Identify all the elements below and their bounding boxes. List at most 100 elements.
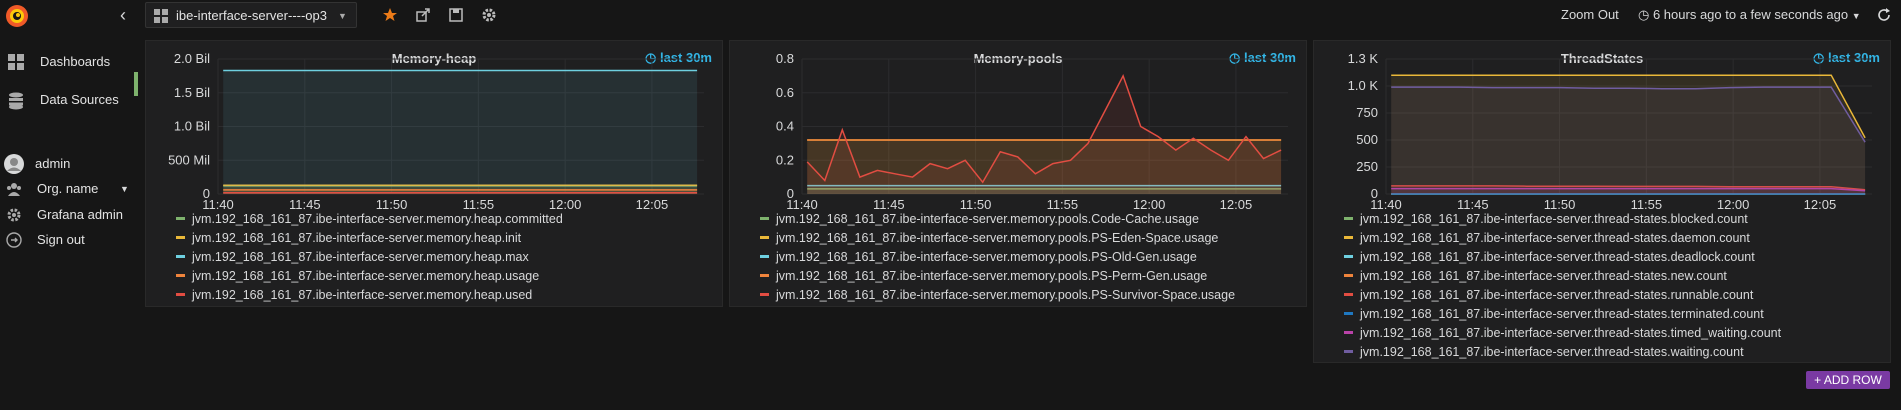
legend-item[interactable]: jvm.192_168_161_87.ibe-interface-server.… xyxy=(176,248,563,267)
y-tick-label: 500 xyxy=(1356,132,1378,147)
x-tick-label: 12:05 xyxy=(1804,197,1837,211)
legend-item[interactable]: jvm.192_168_161_87.ibe-interface-server.… xyxy=(760,286,1235,305)
x-tick-label: 12:00 xyxy=(1717,197,1750,211)
legend-item[interactable]: jvm.192_168_161_87.ibe-interface-server.… xyxy=(1344,229,1781,248)
legend-label: jvm.192_168_161_87.ibe-interface-server.… xyxy=(192,288,533,302)
x-tick-label: 11:55 xyxy=(1047,197,1079,211)
legend-swatch xyxy=(1344,217,1353,221)
legend-item[interactable]: jvm.192_168_161_87.ibe-interface-server.… xyxy=(760,229,1235,248)
legend-item[interactable]: jvm.192_168_161_87.ibe-interface-server.… xyxy=(1344,210,1781,229)
series-area xyxy=(1391,87,1866,194)
database-icon xyxy=(9,92,23,110)
legend-swatch xyxy=(760,255,769,259)
legend-label: jvm.192_168_161_87.ibe-interface-server.… xyxy=(192,212,563,226)
panel-thread-states[interactable]: ThreadStates ◷ last 30m 0 250 500 750 1.0 K1… xyxy=(1313,40,1891,363)
y-tick-label: 1.0 K xyxy=(1348,78,1379,93)
legend-label: jvm.192_168_161_87.ibe-interface-server.… xyxy=(776,250,1197,264)
avatar xyxy=(4,154,24,174)
legend-item[interactable]: jvm.192_168_161_87.ibe-interface-server.… xyxy=(1344,286,1781,305)
legend-item[interactable]: jvm.192_168_161_87.ibe-interface-server.… xyxy=(176,286,563,305)
time-range-label: 6 hours ago to a few seconds ago xyxy=(1652,7,1849,22)
y-tick-label: 0.2 xyxy=(776,152,794,167)
legend-label: jvm.192_168_161_87.ibe-interface-server.… xyxy=(776,212,1199,226)
legend-item[interactable]: jvm.192_168_161_87.ibe-interface-server.… xyxy=(176,229,563,248)
legend-item[interactable]: jvm.192_168_161_87.ibe-interface-server.… xyxy=(176,210,563,229)
thread-states-graph[interactable]: 02505007501.0 K1.3 K11:40 11:45 11:50 11:55… xyxy=(1314,41,1892,211)
zoom-out-button[interactable]: Zoom Out xyxy=(1561,7,1619,22)
dashboard-picker[interactable]: ibe-interface-server----op3 ▼ xyxy=(145,2,357,28)
sidebar-item-org-name[interactable]: Org. name ▼ xyxy=(0,176,140,202)
legend-swatch xyxy=(176,217,185,221)
legend-label: jvm.192_168_161_87.ibe-interface-server.… xyxy=(1360,307,1764,321)
x-tick-label: 11:40 xyxy=(1370,197,1402,211)
y-tick-label: 0.8 xyxy=(776,51,794,66)
sidebar-item-sign-out[interactable]: Sign out xyxy=(0,227,140,253)
series-area xyxy=(807,75,1282,194)
share-icon[interactable] xyxy=(414,6,432,24)
y-tick-label: 2.0 Bil xyxy=(174,51,210,66)
y-tick-label: 250 xyxy=(1356,159,1378,174)
legend-swatch xyxy=(176,274,185,278)
memory-pools-graph[interactable]: 00.20.40.60.811:40 11:45 11:50 11:55 12:00 12… xyxy=(730,41,1308,211)
dashboard-grid-icon xyxy=(154,9,168,23)
sidebar-item-label: Data Sources xyxy=(40,92,119,107)
sidebar-item-admin[interactable]: admin xyxy=(0,151,140,177)
settings-gear-icon[interactable] xyxy=(480,6,498,24)
memory-heap-graph[interactable]: 0500 Mil1.0 Bil1.5 Bil2.0 Bil11:40 11:45 1… xyxy=(146,41,724,211)
y-tick-label: 0.6 xyxy=(776,85,794,100)
sidebar-item-dashboards[interactable]: Dashboards xyxy=(0,49,140,75)
x-tick-label: 11:50 xyxy=(376,197,408,211)
grafana-logo-icon[interactable] xyxy=(4,3,30,29)
save-icon[interactable] xyxy=(447,6,465,24)
legend-item[interactable]: jvm.192_168_161_87.ibe-interface-server.… xyxy=(1344,267,1781,286)
legend-item[interactable]: jvm.192_168_161_87.ibe-interface-server.… xyxy=(1344,324,1781,343)
legend-item[interactable]: jvm.192_168_161_87.ibe-interface-server.… xyxy=(176,267,563,286)
caret-down-icon: ▼ xyxy=(120,184,129,194)
legend-label: jvm.192_168_161_87.ibe-interface-server.… xyxy=(1360,345,1744,359)
legend-label: jvm.192_168_161_87.ibe-interface-server.… xyxy=(776,269,1208,283)
panel-memory-pools[interactable]: Memory-pools ◷ last 30m 0 0.2 0.4 0.6 0.8 11:… xyxy=(729,40,1307,307)
sidebar-item-grafana-admin[interactable]: Grafana admin xyxy=(0,202,140,228)
legend-label: jvm.192_168_161_87.ibe-interface-server.… xyxy=(192,250,529,264)
legend-swatch xyxy=(176,255,185,259)
legend-item[interactable]: jvm.192_168_161_87.ibe-interface-server.… xyxy=(1344,248,1781,267)
x-tick-label: 11:40 xyxy=(786,197,818,211)
legend: jvm.192_168_161_87.ibe-interface-server.… xyxy=(1344,210,1781,362)
legend-swatch xyxy=(176,236,185,240)
legend-label: jvm.192_168_161_87.ibe-interface-server.… xyxy=(1360,212,1748,226)
legend-item[interactable]: jvm.192_168_161_87.ibe-interface-server.… xyxy=(1344,305,1781,324)
x-tick-label: 12:05 xyxy=(1220,197,1253,211)
y-tick-label: 1.0 Bil xyxy=(174,119,210,134)
legend-swatch xyxy=(1344,350,1353,354)
series-area xyxy=(223,70,698,194)
top-navbar: ‹ ibe-interface-server----op3 ▼ Zoom Out… xyxy=(0,0,1901,32)
legend-item[interactable]: jvm.192_168_161_87.ibe-interface-server.… xyxy=(760,210,1235,229)
sidebar-item-data-sources[interactable]: Data Sources xyxy=(0,87,140,113)
dashboards-icon xyxy=(8,54,24,70)
legend-item[interactable]: jvm.192_168_161_87.ibe-interface-server.… xyxy=(760,267,1235,286)
x-tick-label: 11:55 xyxy=(1631,197,1663,211)
legend-swatch xyxy=(1344,312,1353,316)
gear-icon xyxy=(7,208,21,222)
time-range-picker[interactable]: ◷ 6 hours ago to a few seconds ago ▼ xyxy=(1638,7,1861,23)
panel-memory-heap[interactable]: Memory-heap ◷ last 30m 0 500 Mil 1.0 Bil 1.… xyxy=(145,40,723,307)
x-tick-label: 12:00 xyxy=(1133,197,1166,211)
legend-item[interactable]: jvm.192_168_161_87.ibe-interface-server.… xyxy=(1344,343,1781,362)
sign-out-icon xyxy=(6,232,22,248)
legend-label: jvm.192_168_161_87.ibe-interface-server.… xyxy=(1360,269,1727,283)
sidebar-item-label: Dashboards xyxy=(40,54,111,69)
x-tick-label: 11:45 xyxy=(873,197,905,211)
sidebar-item-label: Org. name xyxy=(37,181,99,196)
y-tick-label: 0.4 xyxy=(776,119,794,134)
refresh-icon[interactable] xyxy=(1876,7,1892,23)
chevron-down-icon: ▼ xyxy=(338,11,347,21)
dashboard-title: ibe-interface-server----op3 xyxy=(176,8,327,23)
legend-swatch xyxy=(760,293,769,297)
add-row-button[interactable]: + ADD ROW xyxy=(1806,371,1890,389)
star-icon[interactable] xyxy=(381,6,399,24)
back-chevron-icon[interactable]: ‹ xyxy=(120,5,126,26)
x-tick-label: 11:40 xyxy=(202,197,234,211)
y-tick-label: 1.5 Bil xyxy=(174,85,210,100)
clock-icon: ◷ xyxy=(1638,7,1650,22)
legend-item[interactable]: jvm.192_168_161_87.ibe-interface-server.… xyxy=(760,248,1235,267)
